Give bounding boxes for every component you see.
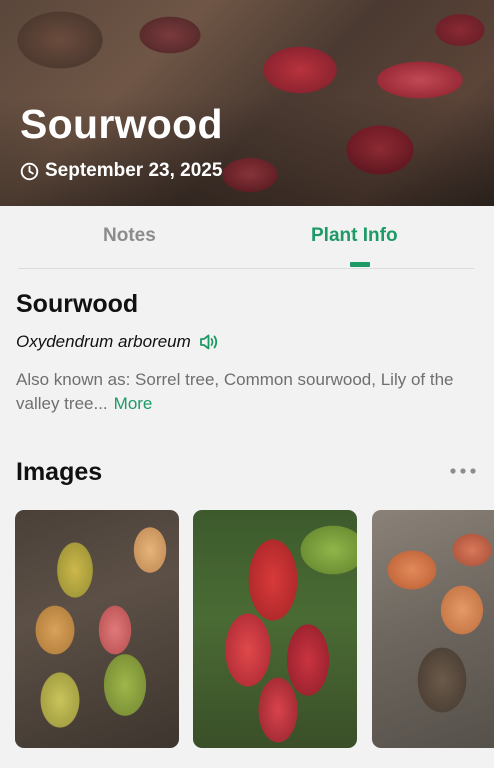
tab-notes[interactable]: Notes — [103, 225, 156, 247]
scientific-name-row: Oxydendrum arboreum — [16, 332, 219, 352]
more-link[interactable]: More — [114, 394, 153, 413]
images-heading: Images — [16, 458, 103, 486]
plant-image-thumbnail[interactable] — [372, 510, 494, 748]
also-known-as-text: Also known as: Sorrel tree, Common sourw… — [16, 370, 454, 413]
hero-date: September 23, 2025 — [20, 160, 222, 182]
speaker-icon[interactable] — [199, 333, 219, 351]
plant-name: Sourwood — [16, 290, 139, 318]
hero-date-text: September 23, 2025 — [45, 160, 223, 181]
hero-image: Sourwood September 23, 2025 — [0, 0, 494, 206]
scientific-name: Oxydendrum arboreum — [16, 332, 191, 351]
tab-plant-info[interactable]: Plant Info — [311, 225, 398, 247]
also-known-as: Also known as: Sorrel tree, Common sourw… — [16, 368, 486, 416]
plant-image-thumbnail[interactable] — [193, 510, 357, 748]
tabs-divider — [18, 268, 474, 269]
plant-image-thumbnail[interactable] — [15, 510, 179, 748]
tab-bar: Notes Plant Info — [0, 206, 494, 268]
active-tab-indicator — [350, 262, 370, 267]
clock-icon — [20, 162, 39, 180]
hero-title: Sourwood — [20, 101, 223, 147]
more-horizontal-icon[interactable] — [449, 467, 477, 475]
